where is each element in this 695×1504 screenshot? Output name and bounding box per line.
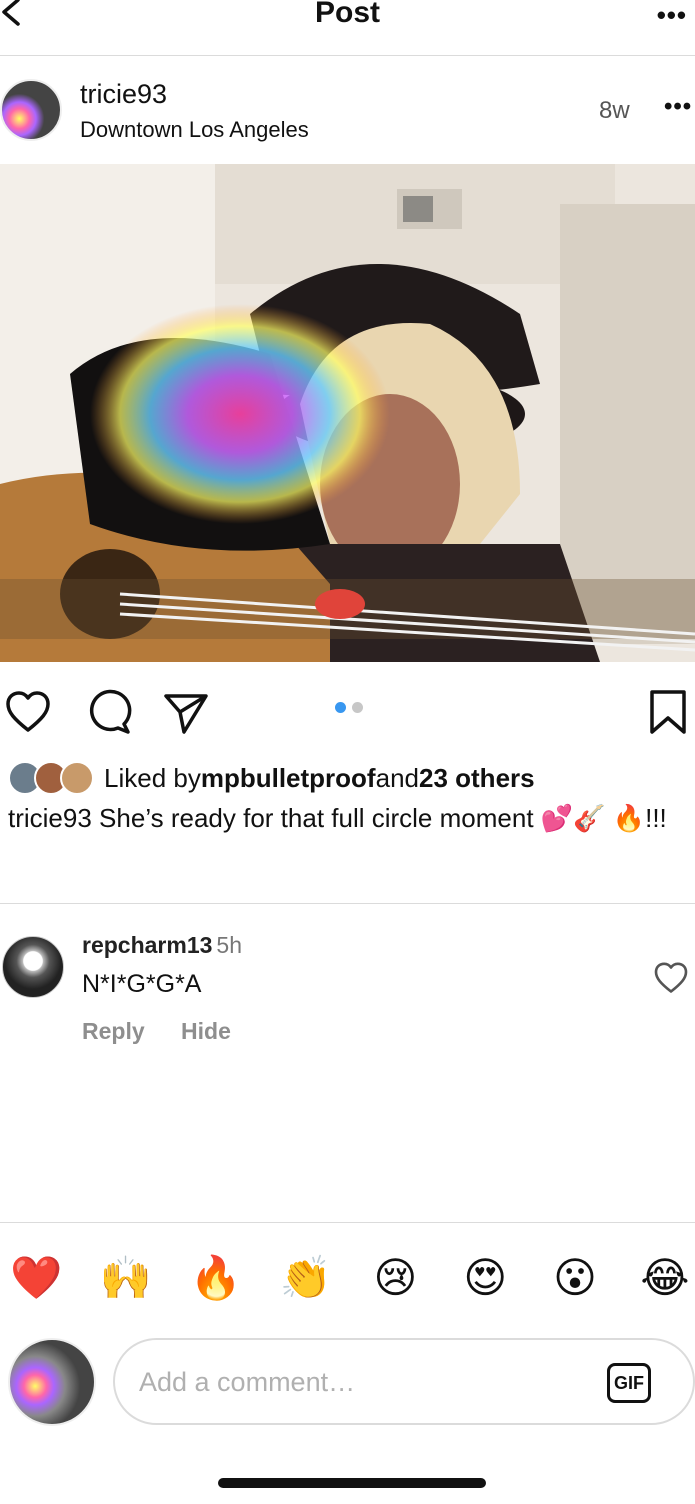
- comment-item: repcharm13 5h N*I*G*G*A Reply Hide: [0, 930, 695, 1060]
- commenter-username-line: repcharm13 5h: [82, 932, 242, 959]
- reaction-fire[interactable]: 🔥: [190, 1250, 242, 1306]
- post-more-icon[interactable]: •••: [664, 93, 692, 121]
- photo-illustration: [0, 164, 695, 662]
- reaction-heart[interactable]: ❤️: [10, 1250, 62, 1306]
- likes-summary[interactable]: Liked by mpbulletproof and 23 others: [8, 758, 535, 798]
- reaction-surprised[interactable]: 😮: [549, 1250, 601, 1306]
- comment-like-heart-icon[interactable]: [653, 960, 689, 996]
- post-actions: [0, 682, 695, 742]
- reaction-raised-hands[interactable]: 🙌: [100, 1250, 152, 1306]
- hide-button[interactable]: Hide: [181, 1018, 231, 1044]
- carousel-dot-active: [335, 702, 346, 713]
- save-bookmark-icon[interactable]: [644, 688, 692, 736]
- likes-prefix: Liked by: [104, 762, 201, 793]
- like-heart-icon[interactable]: [4, 688, 52, 736]
- more-options-icon[interactable]: •••: [657, 0, 687, 31]
- reaction-laughing[interactable]: 😂: [639, 1250, 691, 1306]
- divider: [0, 1222, 695, 1223]
- liker-avatar: [60, 761, 94, 795]
- current-user-avatar: [8, 1338, 96, 1426]
- commenter-username[interactable]: repcharm13: [82, 932, 212, 958]
- likes-others[interactable]: 23 others: [419, 763, 535, 794]
- likes-user[interactable]: mpbulletproof: [201, 763, 376, 794]
- carousel-dot: [352, 702, 363, 713]
- post-location[interactable]: Downtown Los Angeles: [80, 117, 309, 143]
- likes-middle: and: [375, 762, 419, 793]
- post-header: tricie93 Downtown Los Angeles 8w •••: [0, 57, 695, 164]
- post-age: 8w: [599, 97, 630, 124]
- top-bar: Post •••: [0, 0, 695, 56]
- caption-username[interactable]: tricie93: [8, 803, 92, 833]
- comment-text: N*I*G*G*A: [82, 970, 202, 998]
- share-send-icon[interactable]: [162, 688, 210, 736]
- comment-actions: Reply Hide: [82, 1018, 261, 1045]
- gif-button[interactable]: GIF: [607, 1363, 651, 1403]
- reply-button[interactable]: Reply: [82, 1018, 145, 1044]
- divider: [0, 903, 695, 904]
- page-title: Post: [314, 0, 380, 29]
- author-avatar[interactable]: [0, 79, 62, 141]
- comment-bubble-icon[interactable]: [84, 688, 132, 736]
- comment-input[interactable]: [139, 1360, 579, 1404]
- comment-input-container[interactable]: GIF: [113, 1338, 695, 1425]
- caption-text: She’s ready for that full circle moment …: [91, 803, 667, 833]
- comment-composer: GIF: [0, 1336, 695, 1428]
- reaction-crying[interactable]: 😢: [369, 1250, 421, 1306]
- author-username[interactable]: tricie93: [80, 79, 167, 110]
- home-indicator[interactable]: [218, 1478, 486, 1488]
- reaction-clap[interactable]: 👏: [280, 1250, 332, 1306]
- quick-reactions: ❤️ 🙌 🔥 👏 😢 😍 😮 😂: [10, 1250, 695, 1306]
- liker-avatars: [8, 761, 94, 795]
- reaction-heart-eyes[interactable]: 😍: [459, 1250, 511, 1306]
- post-caption: tricie93 She’s ready for that full circl…: [8, 800, 668, 836]
- comment-time: 5h: [216, 932, 243, 958]
- carousel-indicator: [335, 702, 363, 713]
- commenter-avatar[interactable]: [2, 936, 64, 998]
- post-photo[interactable]: [0, 164, 695, 662]
